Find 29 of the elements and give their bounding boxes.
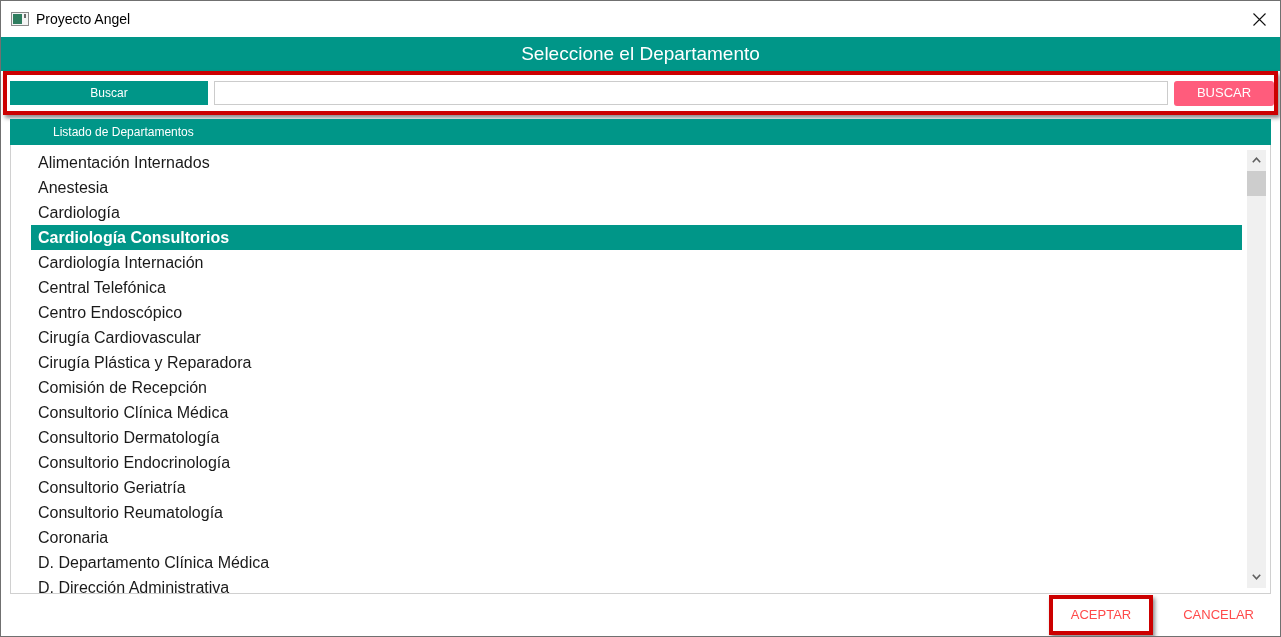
department-item[interactable]: Cardiología Internación [31,250,1242,275]
department-item[interactable]: D. Dirección Administrativa [31,575,1242,593]
department-item[interactable]: Consultorio Geriatría [31,475,1242,500]
department-item[interactable]: Consultorio Clínica Médica [31,400,1242,425]
department-item[interactable]: Centro Endoscópico [31,300,1242,325]
department-item[interactable]: Cirugía Cardiovascular [31,325,1242,350]
department-item[interactable]: Cardiología Consultorios [31,225,1242,250]
department-item[interactable]: Consultorio Reumatología [31,500,1242,525]
search-field[interactable] [214,81,1168,105]
department-item[interactable]: Anestesia [31,175,1242,200]
department-item[interactable]: Alimentación Internados [31,150,1242,175]
window-title: Proyecto Angel [36,9,131,29]
department-item[interactable]: Comisión de Recepción [31,375,1242,400]
department-item[interactable]: Coronaria [31,525,1242,550]
chevron-down-icon[interactable] [1252,574,1261,580]
scrollbar-thumb[interactable] [1247,171,1266,196]
app-window-icon [11,12,29,26]
department-item[interactable]: Central Telefónica [31,275,1242,300]
department-item[interactable]: Cardiología [31,200,1242,225]
department-item[interactable]: Cirugía Plástica y Reparadora [31,350,1242,375]
search-label: Buscar [10,81,208,105]
close-icon[interactable] [1253,12,1266,26]
department-item[interactable]: Consultorio Endocrinología [31,450,1242,475]
scrollbar-track[interactable] [1247,150,1266,588]
list-title: Listado de Departamentos [53,124,194,141]
dialog-title: Seleccione el Departamento [521,41,760,66]
department-item[interactable]: D. Departamento Clínica Médica [31,550,1242,575]
department-item[interactable]: Consultorio Dermatología [31,425,1242,450]
chevron-up-icon[interactable] [1252,157,1261,163]
